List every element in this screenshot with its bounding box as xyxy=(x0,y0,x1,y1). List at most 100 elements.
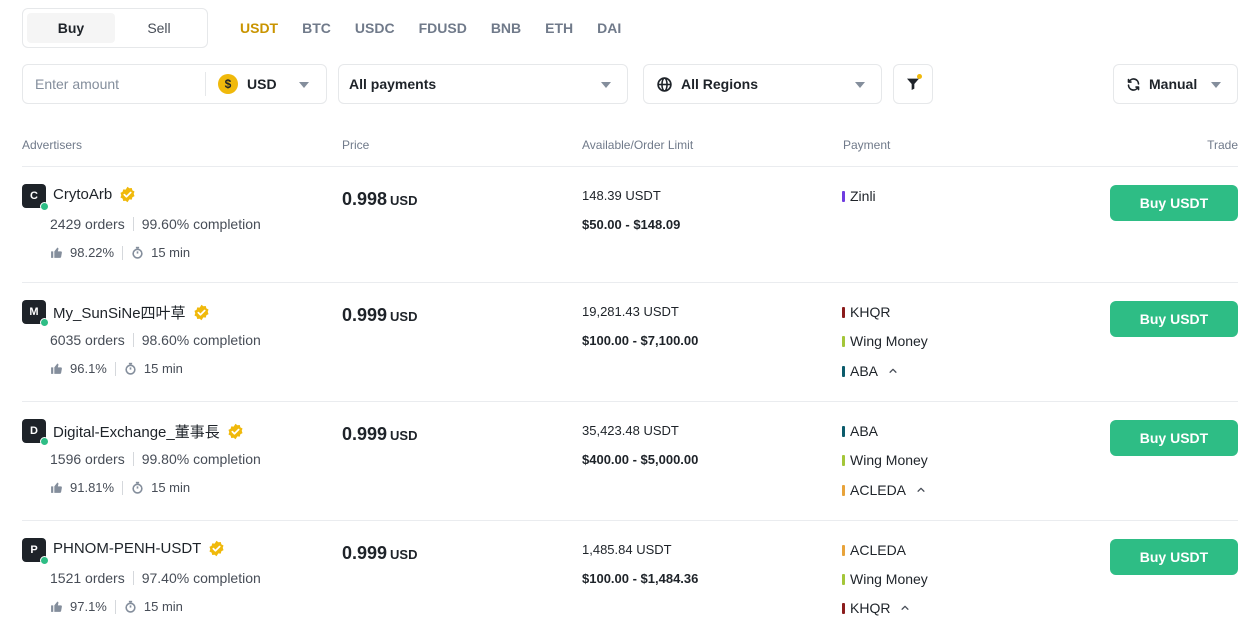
payment-color-bar xyxy=(842,190,845,202)
header-trade: Trade xyxy=(1207,138,1238,152)
payment-color-bar xyxy=(842,544,845,556)
coin-tab-eth[interactable]: ETH xyxy=(533,20,585,36)
timer-icon xyxy=(125,600,136,613)
payment-method-name: Wing Money xyxy=(850,452,928,468)
payment-method: ABA xyxy=(842,363,898,379)
advertiser-name-text: PHNOM-PENH-USDT xyxy=(53,540,202,557)
online-indicator xyxy=(40,202,49,211)
advertiser-name-text: My_SunSiNe四叶草 xyxy=(53,305,186,322)
payment-method: Wing Money xyxy=(842,571,928,587)
chevron-up-icon[interactable] xyxy=(900,603,910,613)
buy-usdt-button[interactable]: Buy USDT xyxy=(1110,539,1238,575)
thumbs-up-icon xyxy=(51,482,62,493)
payment-method: Wing Money xyxy=(842,452,928,468)
avatar-initial: P xyxy=(30,544,38,556)
coin-tab-usdt[interactable]: USDT xyxy=(228,20,290,36)
price: 0.999 USD xyxy=(342,305,418,326)
advertiser-name[interactable]: My_SunSiNe四叶草 xyxy=(53,302,210,323)
completion-rate: 98.60% completion xyxy=(141,332,261,348)
order-count: 2429 orders xyxy=(50,216,125,232)
payment-color-bar xyxy=(842,425,845,437)
caret-down-icon xyxy=(1211,82,1221,88)
coin-tab-fdusd[interactable]: FDUSD xyxy=(407,20,479,36)
divider xyxy=(114,599,116,614)
order-limit: $400.00 - $5,000.00 xyxy=(582,452,699,467)
avatar[interactable]: P xyxy=(22,538,49,565)
verified-badge-icon xyxy=(193,304,210,321)
filter-active-dot xyxy=(917,74,922,79)
payments-dropdown[interactable]: All payments xyxy=(338,64,628,104)
buy-usdt-button[interactable]: Buy USDT xyxy=(1110,185,1238,221)
available-amount: 19,281.43 USDT xyxy=(582,304,679,319)
amount-filter: $ USD xyxy=(22,64,327,104)
sell-tab[interactable]: Sell xyxy=(115,13,203,43)
price-unit: USD xyxy=(390,547,418,562)
payment-method-name: Wing Money xyxy=(850,571,928,587)
payment-color-bar xyxy=(842,306,845,318)
payment-method-name: Zinli xyxy=(850,188,876,204)
positive-rating: 96.1% xyxy=(70,361,107,376)
timer-icon xyxy=(132,481,143,494)
order-limit: $100.00 - $1,484.36 xyxy=(582,571,699,586)
thumbs-up-icon xyxy=(51,363,62,374)
coin-tab-usdc[interactable]: USDC xyxy=(343,20,407,36)
avatar-initial: M xyxy=(29,306,39,318)
buy-sell-toggle: Buy Sell xyxy=(22,8,208,48)
divider xyxy=(114,361,116,376)
sort-dropdown[interactable]: Manual xyxy=(1113,64,1238,104)
order-stats: 1521 orders 97.40% completion xyxy=(50,570,261,586)
globe-icon xyxy=(657,76,672,92)
buy-usdt-button[interactable]: Buy USDT xyxy=(1110,420,1238,456)
buy-tab[interactable]: Buy xyxy=(27,13,115,43)
header-advertisers: Advertisers xyxy=(22,138,83,152)
header-price: Price xyxy=(342,138,370,152)
divider xyxy=(122,480,124,495)
rating-stats: 96.1% 15 min xyxy=(50,361,183,376)
table-row: M My_SunSiNe四叶草 6035 orders 98.60% comple… xyxy=(22,283,1238,402)
avg-release-time: 15 min xyxy=(151,480,191,495)
order-limit: $50.00 - $148.09 xyxy=(582,217,681,232)
price-value: 0.999 xyxy=(342,543,388,563)
advertiser-name-text: CrytoArb xyxy=(53,186,113,203)
amount-input[interactable] xyxy=(23,65,205,103)
payment-color-bar xyxy=(842,335,845,347)
regions-label: All Regions xyxy=(681,76,759,92)
filter-button[interactable] xyxy=(893,64,933,104)
payment-method: KHQR xyxy=(842,304,890,320)
buy-usdt-button[interactable]: Buy USDT xyxy=(1110,301,1238,337)
table-header: Advertisers Price Available/Order Limit … xyxy=(22,138,1238,167)
advertiser-name[interactable]: PHNOM-PENH-USDT xyxy=(53,540,225,557)
payment-method: Wing Money xyxy=(842,333,928,349)
advertiser-name-text: Digital-Exchange_董事長 xyxy=(53,424,220,441)
currency-select[interactable]: $ USD xyxy=(206,65,326,103)
order-stats: 1596 orders 99.80% completion xyxy=(50,451,261,467)
coin-tab-dai[interactable]: DAI xyxy=(585,20,633,36)
advertiser-name[interactable]: Digital-Exchange_董事長 xyxy=(53,421,244,442)
chevron-up-icon[interactable] xyxy=(916,485,926,495)
order-stats: 2429 orders 99.60% completion xyxy=(50,216,261,232)
available-amount: 35,423.48 USDT xyxy=(582,423,679,438)
available-amount: 1,485.84 USDT xyxy=(582,542,672,557)
avatar[interactable]: M xyxy=(22,300,49,327)
payment-color-bar xyxy=(842,573,845,585)
completion-rate: 99.80% completion xyxy=(141,451,261,467)
order-count: 1596 orders xyxy=(50,451,125,467)
currency-label: USD xyxy=(247,76,277,92)
completion-rate: 97.40% completion xyxy=(141,570,261,586)
advertiser-name[interactable]: CrytoArb xyxy=(53,186,136,203)
regions-dropdown[interactable]: All Regions xyxy=(643,64,882,104)
timer-icon xyxy=(132,246,143,259)
positive-rating: 98.22% xyxy=(70,245,115,260)
avatar[interactable]: D xyxy=(22,419,49,446)
divider xyxy=(132,571,134,585)
chevron-up-icon[interactable] xyxy=(888,366,898,376)
coin-tab-bnb[interactable]: BNB xyxy=(479,20,533,36)
price: 0.999 USD xyxy=(342,424,418,445)
avatar[interactable]: C xyxy=(22,184,49,211)
payment-method-name: KHQR xyxy=(850,304,891,320)
header-available: Available/Order Limit xyxy=(582,138,694,152)
caret-down-icon xyxy=(601,82,611,88)
coin-tab-btc[interactable]: BTC xyxy=(290,20,343,36)
payment-method-name: Wing Money xyxy=(850,333,928,349)
order-count: 6035 orders xyxy=(50,332,125,348)
